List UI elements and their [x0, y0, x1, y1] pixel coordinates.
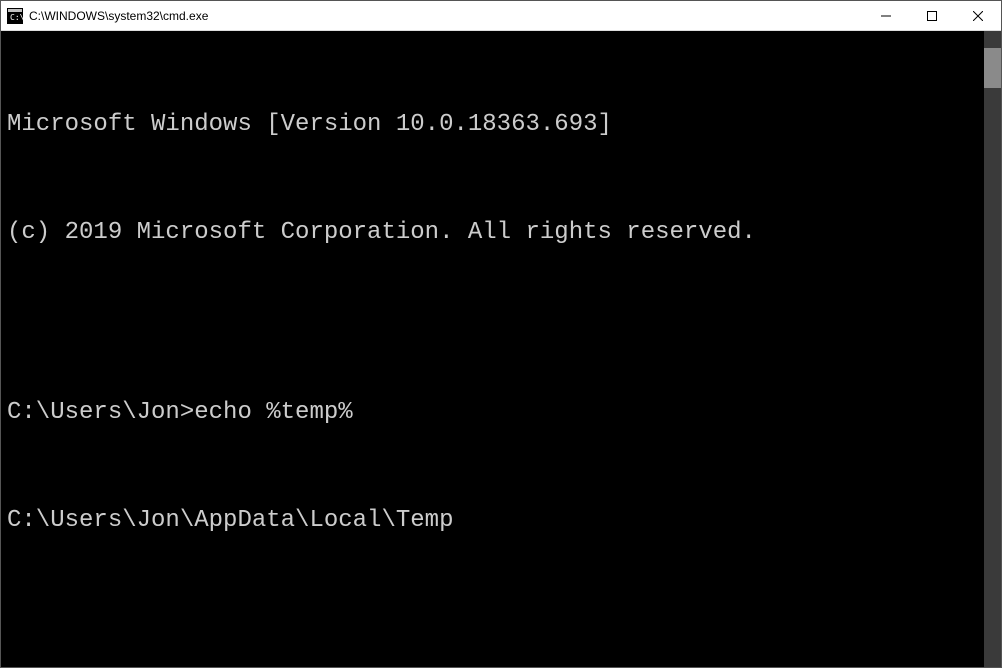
minimize-button[interactable] [863, 1, 909, 30]
scrollbar-thumb[interactable] [984, 48, 1001, 88]
vertical-scrollbar[interactable] [984, 31, 1001, 667]
close-button[interactable] [955, 1, 1001, 30]
window-title: C:\WINDOWS\system32\cmd.exe [29, 9, 863, 23]
terminal-line: Microsoft Windows [Version 10.0.18363.69… [7, 107, 978, 143]
titlebar[interactable]: C:\ C:\WINDOWS\system32\cmd.exe [1, 1, 1001, 31]
terminal-line: C:\Users\Jon\AppData\Local\Temp [7, 503, 978, 539]
terminal-output[interactable]: Microsoft Windows [Version 10.0.18363.69… [1, 31, 984, 667]
terminal-line: (c) 2019 Microsoft Corporation. All righ… [7, 215, 978, 251]
terminal-area: Microsoft Windows [Version 10.0.18363.69… [1, 31, 1001, 667]
terminal-line: C:\Users\Jon>echo %temp% [7, 395, 978, 431]
window-controls [863, 1, 1001, 30]
cmd-icon: C:\ [7, 8, 23, 24]
svg-text:C:\: C:\ [10, 13, 23, 22]
maximize-button[interactable] [909, 1, 955, 30]
